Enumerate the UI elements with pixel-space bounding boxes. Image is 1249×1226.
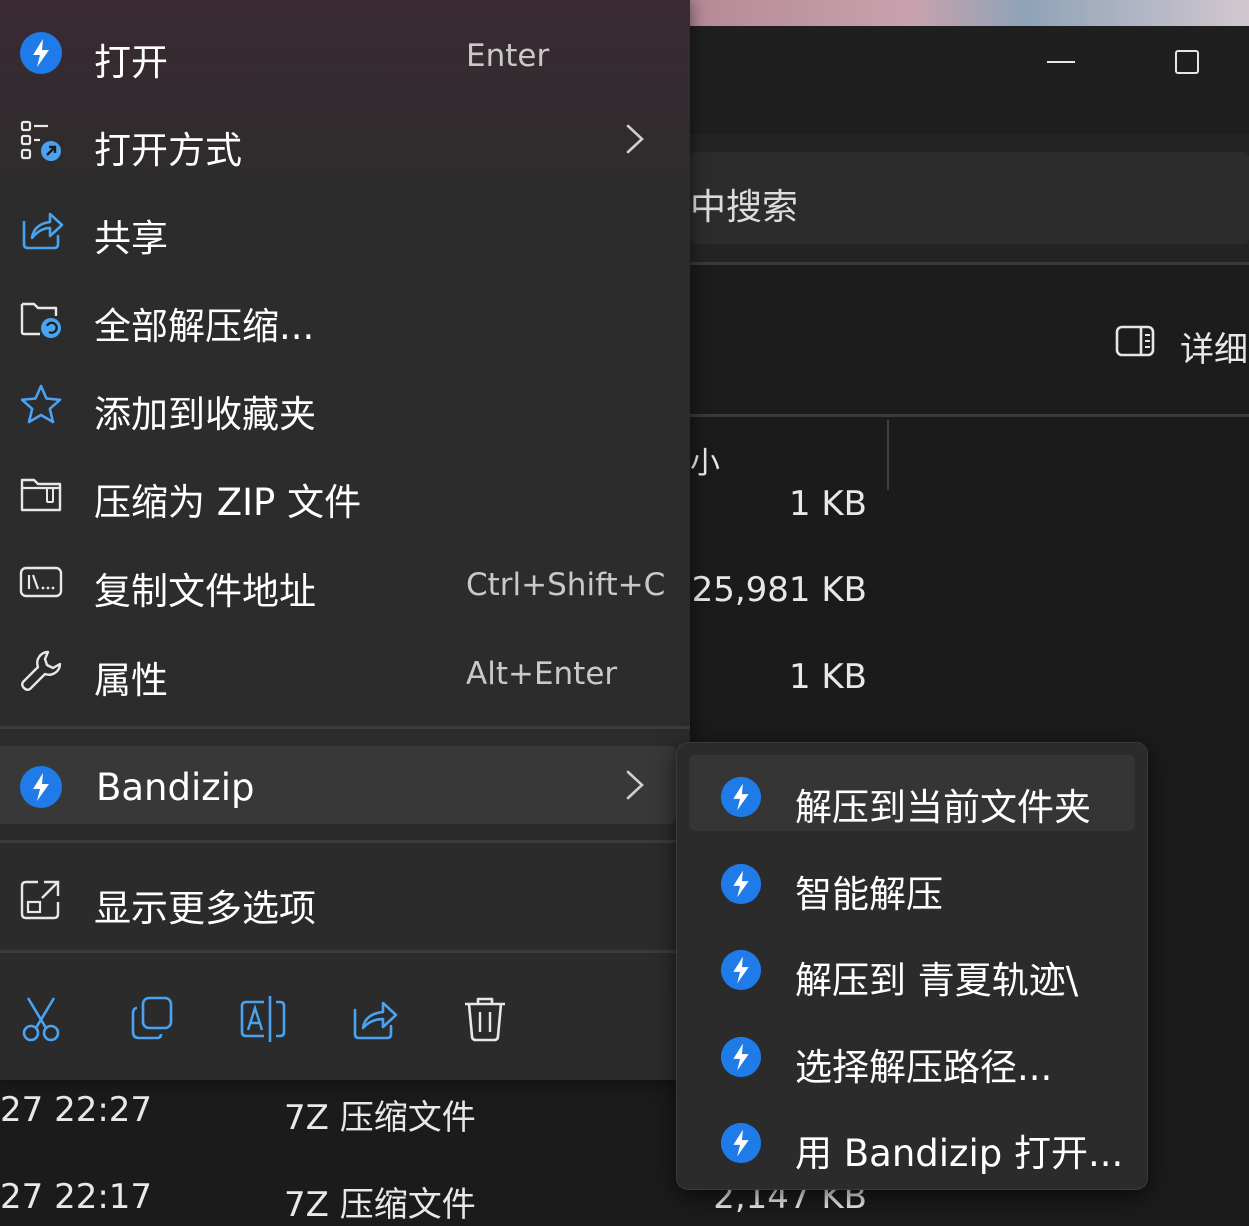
file-date-cell: 27 22:27	[0, 1090, 153, 1130]
file-size-cell: 1 KB	[788, 657, 867, 697]
menu-item-label: 压缩为 ZIP 文件	[94, 481, 362, 524]
bandizip-icon	[720, 1036, 762, 1078]
copy-icon[interactable]	[127, 994, 177, 1044]
bandizip-icon	[720, 863, 762, 905]
file-date-cell: 27 22:17	[0, 1177, 153, 1217]
menu-separator	[0, 950, 690, 953]
cut-icon[interactable]	[16, 994, 66, 1044]
rename-icon[interactable]	[238, 994, 288, 1044]
menu-item-shortcut: Alt+Enter	[466, 656, 618, 692]
submenu-item-label: 选择解压路径...	[795, 1046, 1053, 1089]
explorer-titlebar	[690, 26, 1249, 134]
menu-item-open[interactable]: 打开 Enter	[0, 8, 690, 94]
menu-item-shortcut: Ctrl+Shift+C	[466, 567, 666, 603]
menu-item-extract-all[interactable]: 全部解压缩...	[0, 272, 690, 358]
submenu-item-choose-path[interactable]: 选择解压路径...	[677, 1009, 1147, 1095]
open-with-icon	[20, 120, 61, 161]
explorer-toolbar	[690, 265, 1249, 415]
menu-item-label: 复制文件地址	[94, 570, 316, 613]
extract-all-icon	[20, 302, 61, 338]
menu-item-open-with[interactable]: 打开方式	[0, 96, 690, 182]
chevron-right-icon	[626, 770, 644, 800]
submenu-item-label: 用 Bandizip 打开...	[795, 1132, 1124, 1175]
desktop-wallpaper-strip	[690, 0, 1249, 26]
submenu-item-label: 智能解压	[795, 873, 943, 916]
file-size-cell: 25,981 KB	[691, 570, 867, 610]
submenu-item-extract-to-folder[interactable]: 解压到 青夏轨迹\	[677, 922, 1147, 1008]
menu-separator	[0, 726, 690, 729]
file-type-cell: 7Z 压缩文件	[284, 1098, 476, 1138]
menu-item-properties[interactable]: 属性 Alt+Enter	[0, 626, 690, 712]
bandizip-icon	[720, 776, 762, 818]
delete-icon[interactable]	[460, 994, 510, 1044]
menu-item-label: 全部解压缩...	[94, 305, 315, 348]
menu-item-share[interactable]: 共享	[0, 184, 690, 270]
copy-path-icon	[19, 566, 63, 598]
menu-item-label: Bandizip	[96, 766, 255, 809]
minimize-button[interactable]	[1045, 50, 1077, 74]
menu-item-bandizip[interactable]: Bandizip	[0, 742, 690, 828]
file-size-cell: 1 KB	[788, 484, 867, 524]
share-icon	[22, 212, 64, 250]
size-column-header[interactable]: 小	[690, 438, 720, 482]
bandizip-submenu: 解压到当前文件夹 智能解压 解压到 青夏轨迹\ 选择解压路径... 用 Band…	[676, 742, 1148, 1190]
zip-folder-icon	[20, 478, 62, 512]
details-button-label[interactable]: 详细	[1180, 322, 1248, 371]
show-more-icon	[20, 880, 60, 920]
menu-item-label: 显示更多选项	[94, 887, 316, 930]
menu-item-shortcut: Enter	[466, 38, 550, 74]
share-icon[interactable]	[349, 994, 399, 1044]
bandizip-icon	[720, 1122, 762, 1164]
bandizip-icon	[720, 949, 762, 991]
file-type-cell: 7Z 压缩文件	[284, 1185, 476, 1225]
menu-item-add-to-favorites[interactable]: 添加到收藏夹	[0, 360, 690, 446]
star-icon	[20, 384, 62, 424]
search-placeholder: 中搜索	[690, 187, 799, 228]
bandizip-icon	[20, 766, 62, 808]
menu-item-show-more[interactable]: 显示更多选项	[0, 854, 690, 940]
submenu-item-smart-extract[interactable]: 智能解压	[677, 836, 1147, 922]
menu-item-label: 添加到收藏夹	[94, 393, 316, 436]
menu-item-compress-zip[interactable]: 压缩为 ZIP 文件	[0, 448, 690, 534]
menu-item-copy-path[interactable]: 复制文件地址 Ctrl+Shift+C	[0, 537, 690, 623]
submenu-item-open-with-bandizip[interactable]: 用 Bandizip 打开...	[677, 1095, 1147, 1181]
context-menu: 打开 Enter 打开方式 共享 全部解压缩... 添加到收藏夹 压缩为 ZIP…	[0, 0, 690, 1080]
details-pane-icon[interactable]	[1115, 325, 1155, 357]
menu-item-label: 属性	[94, 659, 168, 702]
wrench-icon	[21, 650, 62, 691]
bandizip-icon	[20, 32, 62, 74]
submenu-item-label: 解压到 青夏轨迹\	[795, 959, 1079, 1002]
chevron-right-icon	[626, 124, 644, 154]
maximize-button[interactable]	[1173, 48, 1201, 76]
submenu-item-label: 解压到当前文件夹	[795, 786, 1091, 829]
menu-separator	[0, 840, 690, 843]
submenu-item-extract-here[interactable]: 解压到当前文件夹	[677, 749, 1147, 835]
menu-item-label: 共享	[94, 217, 168, 260]
menu-item-label: 打开方式	[94, 129, 242, 172]
column-divider[interactable]	[887, 420, 889, 490]
menu-item-label: 打开	[94, 41, 168, 84]
